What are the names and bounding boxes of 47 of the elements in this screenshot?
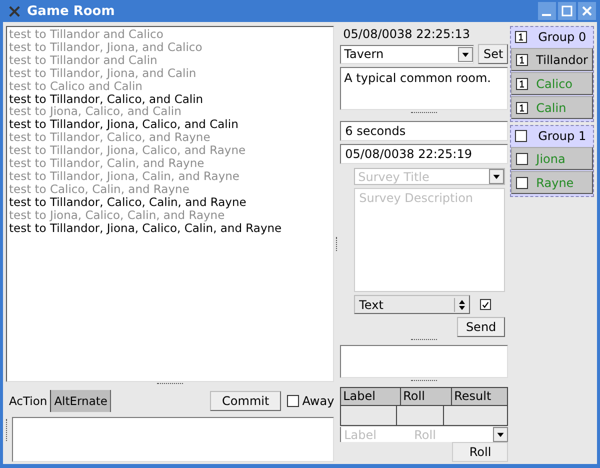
log-message: test to Tillandor, Jiona, Calin, and Rayne	[9, 170, 240, 183]
splitter-handle[interactable]	[336, 237, 339, 251]
close-icon[interactable]	[578, 2, 596, 20]
minimize-icon[interactable]	[538, 2, 556, 20]
interval-field[interactable]: 6 seconds	[340, 121, 508, 141]
log-message: test to Calico and Calin	[9, 80, 144, 93]
roll-button[interactable]: Roll	[452, 442, 508, 462]
log-message: test to Tillandor, Jiona, Calico, and Rayne	[9, 144, 247, 158]
log-message: test to Tillandor and Calico	[9, 28, 164, 41]
log-message: test to Tillandor, Jiona, and Calico	[9, 40, 204, 54]
commit-button[interactable]: Commit	[210, 391, 282, 411]
away-checkbox[interactable]	[287, 395, 300, 407]
column-header[interactable]: Result	[452, 388, 508, 406]
maximize-icon[interactable]	[558, 2, 576, 20]
column-header[interactable]: Roll	[401, 388, 452, 406]
window-title: Game Room	[27, 4, 115, 18]
time-field[interactable]: 05/08/0038 22:25:19	[340, 144, 508, 164]
member-checkbox[interactable]	[516, 152, 528, 164]
log-message: test to Tillandor and Calin	[9, 54, 158, 67]
member-checkbox[interactable]	[516, 176, 528, 188]
log-message: test to Tillandor, Calico, and Rayne	[9, 131, 212, 144]
set-button[interactable]: Set	[478, 44, 508, 64]
log-message: test to Tillandor, Calico, and Calin	[9, 92, 204, 106]
location-dropdown[interactable]: Tavern	[340, 44, 474, 64]
log-message: test to Tillandor, Jiona, Calico, and Calin	[9, 118, 240, 132]
description-field[interactable]: A typical common room.	[340, 67, 508, 110]
tab[interactable]: AltErnate	[51, 390, 112, 412]
log-message: test to Jiona, Calico, Calin, and Rayne	[9, 208, 225, 222]
log-message: test to Jiona, Calico, and Calin	[9, 105, 182, 118]
survey-type-select[interactable]: Text	[354, 295, 470, 314]
notes-field[interactable]	[340, 344, 508, 378]
send-button[interactable]: Send	[456, 317, 506, 337]
log-message: test to Tillandor, Jiona, Calico, Calin, and Rayne	[9, 222, 283, 234]
log-message: test to Tillandor, Calico, Calin, and Rayne	[9, 196, 248, 209]
group-checkbox[interactable]	[515, 130, 528, 142]
group-name: Group 0	[537, 30, 588, 44]
clock-text: 05/08/0038 22:25:13	[342, 26, 471, 43]
app-icon	[8, 4, 21, 18]
column-header[interactable]: Label	[341, 388, 402, 406]
action-input[interactable]	[12, 417, 334, 462]
splitter-handle[interactable]	[6, 419, 10, 441]
group-name: Group 1	[537, 129, 588, 143]
log-message: test to Tillandor, Jiona, and Calin	[9, 66, 198, 80]
away-label: Away	[302, 394, 334, 408]
log-message: test to Calico, Calin, and Rayne	[9, 182, 190, 196]
log-message: test to Tillandor, Calin, and Rayne	[9, 157, 206, 170]
survey-checkbox[interactable]	[480, 299, 492, 310]
